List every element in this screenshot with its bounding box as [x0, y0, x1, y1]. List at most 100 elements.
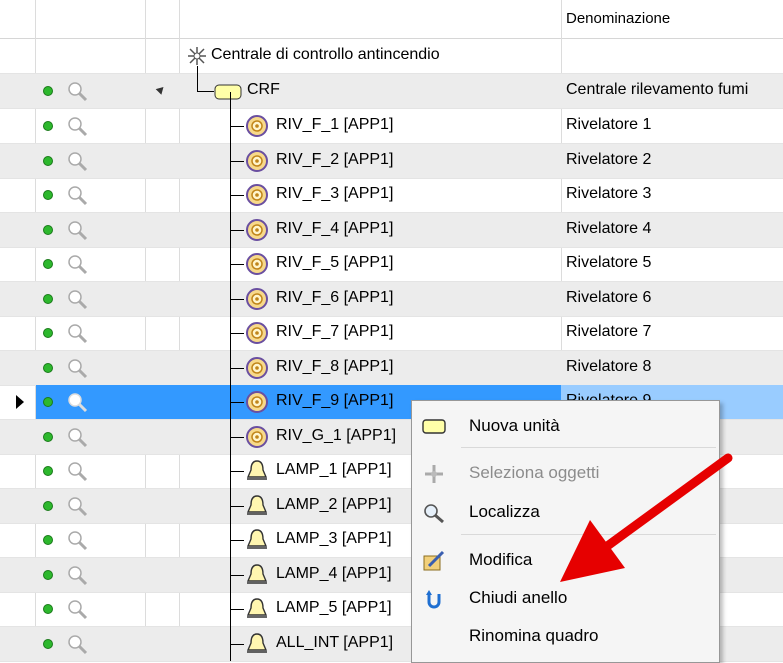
tree-row[interactable]: RIV_F_5 [APP1] Rivelatore 5	[0, 247, 783, 282]
status-ok-icon	[43, 501, 53, 511]
column-header-denominazione[interactable]: Denominazione	[566, 10, 670, 27]
locate-icon[interactable]	[66, 322, 90, 344]
menu-item-label: Chiudi anello	[469, 588, 568, 607]
tree-node-label: ALL_INT [APP1]	[276, 634, 394, 651]
collapse-icon[interactable]	[155, 84, 167, 95]
tree-line	[230, 609, 244, 610]
tree-row[interactable]: RIV_F_4 [APP1] Rivelatore 4	[0, 213, 783, 248]
menu-item-chiudi-anello[interactable]: Chiudi anello	[412, 581, 719, 615]
locate-icon[interactable]	[66, 391, 90, 413]
detector-icon	[246, 150, 268, 172]
tree-line	[230, 161, 244, 162]
menu-item-seleziona-oggetti[interactable]: Seleziona oggetti	[412, 456, 719, 490]
tree-row[interactable]: RIV_F_1 [APP1] Rivelatore 1	[0, 109, 783, 144]
bell-icon	[246, 598, 268, 618]
node-description[interactable]: Rivelatore 6	[566, 289, 651, 307]
node-description[interactable]: Rivelatore 7	[566, 323, 651, 341]
status-ok-icon	[43, 190, 53, 200]
tree-node-label: RIV_F_2 [APP1]	[276, 151, 394, 168]
tree-row[interactable]: RIV_F_8 [APP1] Rivelatore 8	[0, 351, 783, 386]
node-description[interactable]: Rivelatore 8	[566, 358, 651, 376]
tree-line	[197, 66, 198, 91]
tree-node-label: RIV_F_7 [APP1]	[276, 323, 394, 340]
tree-row[interactable]: RIV_F_2 [APP1] Rivelatore 2	[0, 144, 783, 179]
menu-item-rinomina-quadro[interactable]: Rinomina quadro	[412, 619, 719, 653]
node-description[interactable]: Rivelatore 5	[566, 254, 651, 272]
status-ok-icon	[43, 328, 53, 338]
tree-node-label: LAMP_4 [APP1]	[276, 565, 392, 582]
menu-item-nuova-unita[interactable]: Nuova unità	[412, 409, 719, 443]
tree-row[interactable]: RIV_F_6 [APP1] Rivelatore 6	[0, 282, 783, 317]
tree-row[interactable]: RIV_F_3 [APP1] Rivelatore 3	[0, 178, 783, 213]
tree-line	[230, 402, 244, 403]
tree-line	[197, 91, 214, 92]
status-ok-icon	[43, 225, 53, 235]
unit-icon	[422, 419, 446, 434]
status-ok-icon	[43, 604, 53, 614]
tree-line	[230, 126, 244, 127]
tree-node-label: RIV_F_4 [APP1]	[276, 220, 394, 237]
tree-node-label: RIV_F_9 [APP1]	[276, 392, 394, 409]
status-ok-icon	[43, 259, 53, 269]
locate-icon[interactable]	[66, 460, 90, 482]
locate-icon[interactable]	[66, 426, 90, 448]
status-ok-icon	[43, 466, 53, 476]
status-ok-icon	[43, 397, 53, 407]
tree-row[interactable]: RIV_F_7 [APP1] Rivelatore 7	[0, 316, 783, 351]
locate-icon[interactable]	[66, 288, 90, 310]
detector-icon	[246, 322, 268, 344]
bell-icon	[246, 633, 268, 653]
tree-line	[230, 644, 244, 645]
menu-item-modifica[interactable]: Modifica	[412, 543, 719, 577]
node-description[interactable]: Rivelatore 2	[566, 151, 651, 169]
node-description[interactable]: Rivelatore 1	[566, 116, 651, 134]
tree-row-crf[interactable]: CRF Centrale rilevamento fumi	[0, 66, 783, 109]
tree-row-root[interactable]: Centrale di controllo antincendio	[0, 39, 783, 74]
locate-icon[interactable]	[66, 564, 90, 586]
status-ok-icon	[43, 156, 53, 166]
detector-icon	[246, 219, 268, 241]
node-description[interactable]: Centrale rilevamento fumi	[566, 81, 748, 99]
tree-line	[230, 437, 244, 438]
detector-icon	[246, 184, 268, 206]
tree-node-label: RIV_F_6 [APP1]	[276, 289, 394, 306]
tree-line	[230, 540, 244, 541]
select-objects-icon	[425, 465, 443, 483]
menu-separator	[461, 447, 716, 448]
locate-icon[interactable]	[66, 529, 90, 551]
locate-icon[interactable]	[66, 150, 90, 172]
tree-line	[230, 575, 244, 576]
locate-icon[interactable]	[66, 357, 90, 379]
menu-item-localizza[interactable]: Localizza	[412, 495, 719, 529]
tree-node-label: RIV_F_8 [APP1]	[276, 358, 394, 375]
menu-item-label: Modifica	[469, 550, 533, 569]
tree-node-label: RIV_F_1 [APP1]	[276, 116, 394, 133]
detector-icon	[246, 357, 268, 379]
tree-line	[230, 230, 244, 231]
locate-icon[interactable]	[66, 633, 90, 655]
tree-node-label: CRF	[247, 81, 280, 98]
status-ok-icon	[43, 432, 53, 442]
locate-icon[interactable]	[66, 219, 90, 241]
detector-icon	[246, 426, 268, 448]
node-description[interactable]: Rivelatore 3	[566, 185, 651, 203]
detector-icon	[246, 115, 268, 137]
locate-icon[interactable]	[66, 184, 90, 206]
detector-icon	[246, 288, 268, 310]
tree-node-label: RIV_F_3 [APP1]	[276, 185, 394, 202]
status-ok-icon	[43, 294, 53, 304]
grid-header: Denominazione	[0, 0, 783, 39]
tree-node-label: LAMP_3 [APP1]	[276, 530, 392, 547]
locate-icon[interactable]	[66, 80, 90, 102]
locate-icon[interactable]	[66, 253, 90, 275]
locate-icon[interactable]	[66, 115, 90, 137]
tree-node-label: LAMP_1 [APP1]	[276, 461, 392, 478]
locate-icon[interactable]	[66, 495, 90, 517]
tree-line	[230, 299, 244, 300]
bell-icon	[246, 495, 268, 515]
locate-icon[interactable]	[66, 598, 90, 620]
status-ok-icon	[43, 121, 53, 131]
node-description[interactable]: Rivelatore 4	[566, 220, 651, 238]
context-menu: Nuova unità Seleziona oggetti Localizza …	[411, 400, 720, 663]
tree-node-label: LAMP_2 [APP1]	[276, 496, 392, 513]
